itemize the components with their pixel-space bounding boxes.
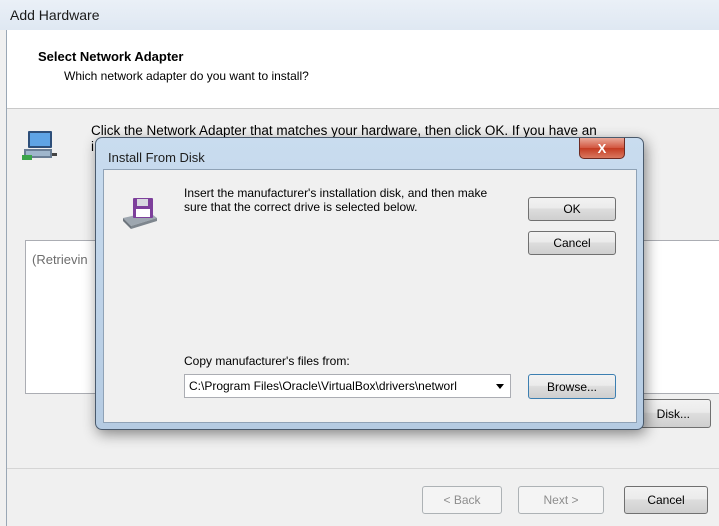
separator [7,468,719,469]
dialog-title: Install From Disk [108,150,205,165]
ok-button[interactable]: OK [528,197,616,221]
copy-from-label: Copy manufacturer's files from: [184,354,350,368]
network-adapter-icon [22,131,57,160]
wizard-header: Select Network Adapter Which network ada… [7,30,719,109]
dialog-client-area: Insert the manufacturer's installation d… [103,169,637,423]
source-path-value: C:\Program Files\Oracle\VirtualBox\drive… [189,379,457,393]
browse-button[interactable]: Browse... [528,374,616,399]
next-button[interactable]: Next > [518,486,604,514]
window-title: Add Hardware [10,7,100,23]
dialog-message: Insert the manufacturer's installation d… [184,186,488,214]
floppy-disk-drive-icon [123,198,157,229]
close-icon[interactable]: X [579,138,625,159]
cancel-button[interactable]: Cancel [624,486,708,514]
list-status: (Retrievin [32,252,88,267]
source-path-combobox[interactable]: C:\Program Files\Oracle\VirtualBox\drive… [184,374,511,398]
page-title: Select Network Adapter [38,49,184,64]
dialog-cancel-button[interactable]: Cancel [528,231,616,255]
page-subtitle: Which network adapter do you want to ins… [64,69,309,83]
back-button[interactable]: < Back [422,486,502,514]
title-bar: Add Hardware [0,0,719,30]
chevron-down-icon[interactable] [496,384,504,389]
install-from-disk-dialog: Install From Disk X Insert the manufactu… [95,137,644,430]
